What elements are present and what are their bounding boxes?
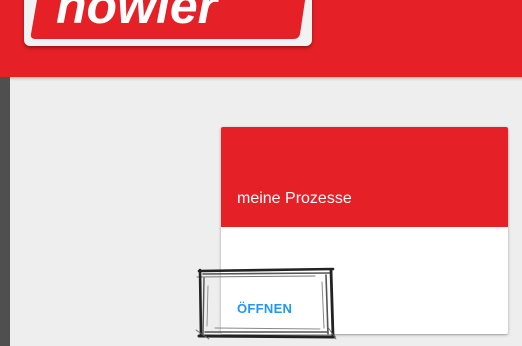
header-shadow: [0, 77, 522, 81]
side-rail: [0, 77, 10, 346]
brand-logo[interactable]: howler: [24, 0, 312, 46]
card-header: meine Prozesse: [221, 127, 508, 227]
open-button[interactable]: ÖFFNEN: [235, 295, 294, 323]
process-card: meine Prozesse ÖFFNEN: [221, 127, 508, 334]
card-title: meine Prozesse: [237, 190, 352, 207]
logo-text: howler: [56, 0, 220, 34]
logo-graphic: howler: [30, 0, 306, 39]
app-page: howler meine Prozesse ÖFFNEN: [0, 0, 522, 346]
